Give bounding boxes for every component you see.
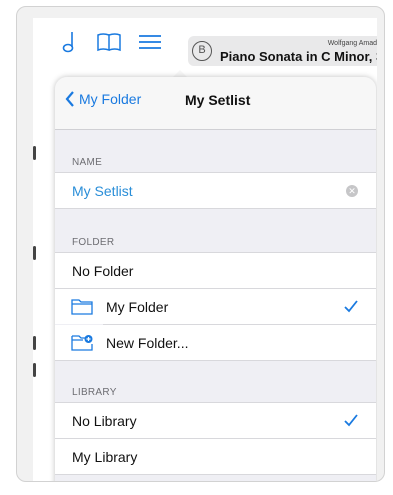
staff-mark	[33, 246, 36, 260]
piece-title: Piano Sonata in C Minor, 3	[220, 49, 377, 64]
option-label: No Folder	[72, 263, 134, 279]
clear-text-icon[interactable]: ✕	[346, 185, 358, 197]
folder-icon	[71, 299, 93, 315]
staff-mark	[33, 363, 36, 377]
popover-nav-bar: My Folder My Setlist	[55, 77, 376, 130]
composer-label: Wolfgang Amad	[327, 40, 377, 47]
menu-icon[interactable]	[136, 28, 164, 56]
staff-mark	[33, 146, 36, 160]
back-button[interactable]: My Folder	[65, 91, 141, 107]
divider	[55, 208, 376, 209]
checkmark-icon	[344, 414, 358, 427]
option-label: My Library	[72, 449, 138, 465]
back-label: My Folder	[79, 91, 142, 107]
section-header-folder: FOLDER	[72, 237, 115, 248]
device-frame: B Wolfgang Amad Piano Sonata in C Minor,…	[16, 6, 385, 482]
option-label: My Folder	[106, 299, 169, 315]
chevron-left-icon	[65, 91, 74, 107]
option-label: New Folder...	[106, 335, 189, 351]
setlist-name-field[interactable]: My Setlist ✕	[55, 173, 376, 208]
folder-option-my-folder[interactable]: My Folder	[55, 289, 376, 324]
section-header-name: NAME	[72, 157, 103, 168]
metronome-note-icon[interactable]	[55, 28, 83, 56]
book-icon[interactable]	[95, 28, 123, 56]
score-title-bar[interactable]: B Wolfgang Amad Piano Sonata in C Minor,…	[188, 36, 377, 66]
score-badge-icon: B	[192, 41, 212, 61]
popover-title: My Setlist	[185, 92, 251, 108]
divider	[55, 360, 376, 361]
option-label: No Library	[72, 413, 137, 429]
top-toolbar: B Wolfgang Amad Piano Sonata in C Minor,…	[33, 18, 377, 66]
new-folder-button[interactable]: New Folder...	[55, 325, 376, 360]
divider	[55, 474, 376, 475]
new-folder-icon	[71, 335, 93, 351]
section-header-library: LIBRARY	[72, 387, 117, 398]
setlist-name-value[interactable]: My Setlist	[72, 183, 133, 199]
checkmark-icon	[344, 300, 358, 313]
app-screen: B Wolfgang Amad Piano Sonata in C Minor,…	[33, 18, 377, 481]
folder-option-no-folder[interactable]: No Folder	[55, 253, 376, 288]
library-option-my-library[interactable]: My Library	[55, 439, 376, 474]
staff-mark	[33, 336, 36, 350]
setlist-popover: My Folder My Setlist NAME My Setlist ✕ F…	[55, 77, 376, 481]
library-option-no-library[interactable]: No Library	[55, 403, 376, 438]
